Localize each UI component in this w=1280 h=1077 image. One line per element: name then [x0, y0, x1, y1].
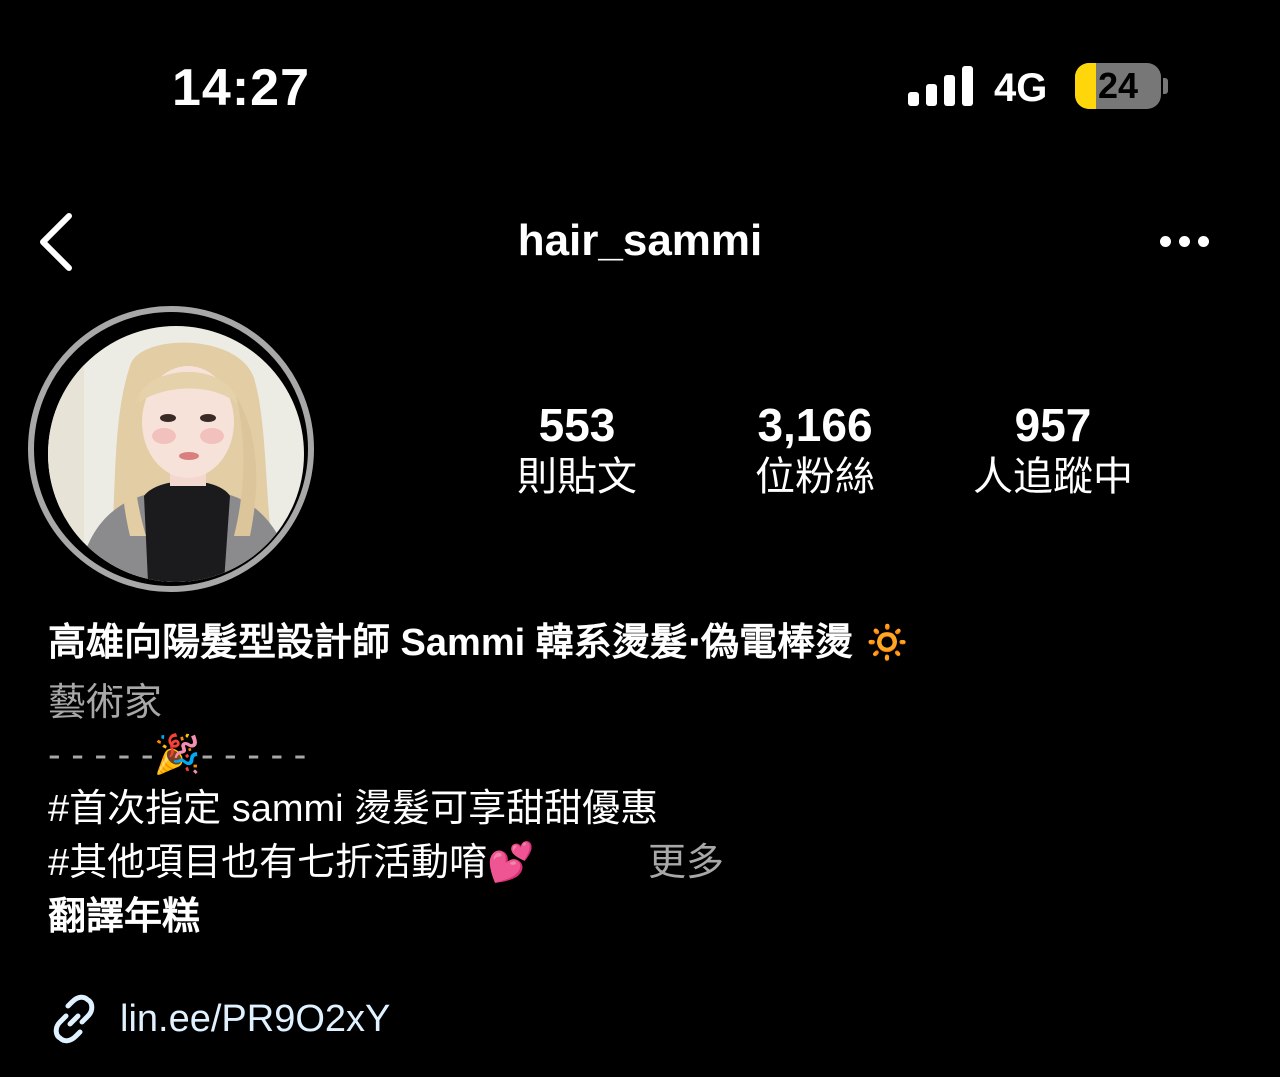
link-icon — [48, 994, 100, 1044]
bio-more-link[interactable]: 更多 — [648, 840, 724, 886]
battery-level: 24 — [1097, 65, 1139, 106]
followers-label: 位粉絲 — [755, 455, 875, 499]
following-label: 人追蹤中 — [973, 455, 1133, 499]
ellipsis-icon — [1160, 236, 1171, 247]
bio-divider: - - - - -🎉- - - - - — [48, 734, 307, 776]
posts-label: 則貼文 — [517, 455, 637, 499]
back-button[interactable] — [36, 212, 78, 272]
avatar[interactable] — [48, 326, 304, 582]
profile-external-link[interactable]: lin.ee/PR9O2xY — [120, 994, 390, 1044]
network-type: 4G — [994, 66, 1048, 110]
avatar-photo — [48, 326, 304, 582]
status-time: 14:27 — [172, 59, 310, 117]
profile-username: hair_sammi — [517, 216, 763, 265]
bio-line-1: #首次指定 sammi 燙髮可享甜甜優惠 — [48, 788, 659, 830]
signal-strength-icon — [908, 66, 974, 106]
chevron-left-icon — [40, 213, 72, 271]
battery-tip — [1163, 78, 1168, 94]
posts-count: 553 — [538, 399, 616, 451]
battery-icon: 24 — [1075, 63, 1161, 109]
stat-following[interactable]: 957 人追蹤中 — [933, 398, 1173, 502]
bio-line-2: #其他項目也有七折活動唷💕 — [48, 842, 535, 884]
following-count: 957 — [1014, 399, 1092, 451]
more-options-button[interactable] — [1160, 236, 1210, 250]
followers-count: 3,166 — [757, 399, 873, 451]
translate-link[interactable]: 翻譯年糕 — [48, 894, 200, 940]
stat-posts[interactable]: 553 則貼文 — [457, 398, 697, 502]
stat-followers[interactable]: 3,166 位粉絲 — [695, 398, 935, 502]
profile-display-name: 高雄向陽髮型設計師 Sammi 韓系燙髮‧偽電棒燙 🔅 — [48, 622, 911, 664]
profile-category: 藝術家 — [48, 682, 163, 724]
